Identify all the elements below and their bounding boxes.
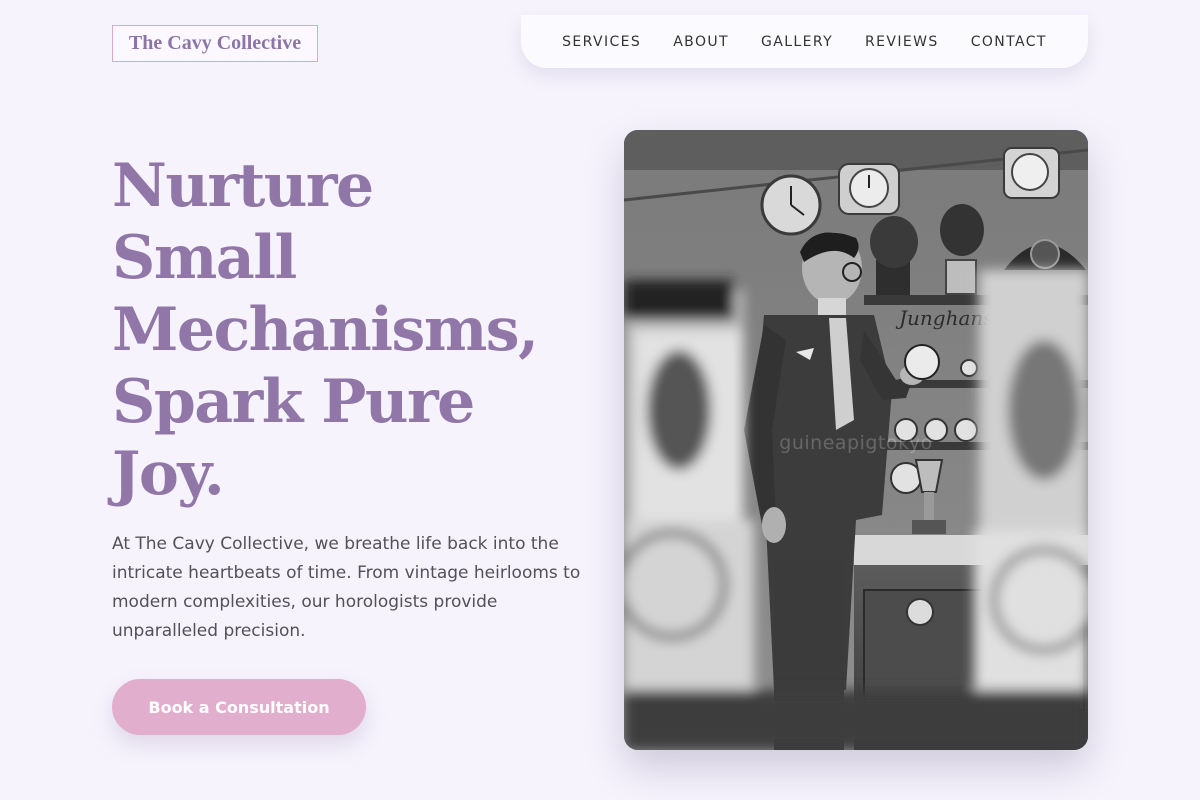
wall-clock-icon	[1003, 147, 1060, 199]
wall-clock-icon	[760, 174, 822, 236]
nav-item-gallery[interactable]: GALLERY	[745, 34, 849, 50]
book-consultation-button[interactable]: Book a Consultation	[112, 679, 366, 735]
hero-title-line: Small	[112, 223, 297, 293]
shop-sign: Junghans	[895, 306, 994, 330]
hero-description: At The Cavy Collective, we breathe life …	[112, 534, 581, 641]
hero-title: Nurture Small Mechanisms, Spark Pure Joy…	[112, 150, 592, 510]
logo-link[interactable]: The Cavy Collective	[112, 25, 318, 62]
main-nav: SERVICES ABOUT GALLERY REVIEWS CONTACT	[521, 15, 1088, 68]
hero-title-line: Joy.	[112, 439, 225, 509]
nav-item-reviews[interactable]: REVIEWS	[849, 34, 955, 50]
nav-item-services[interactable]: SERVICES	[546, 34, 657, 50]
page: The Cavy Collective SERVICES ABOUT GALLE…	[0, 0, 1200, 800]
wall-clock-icon	[838, 163, 900, 215]
hero-title-line: Nurture	[112, 151, 374, 221]
photo-watermark: guineapigtokyo	[779, 432, 933, 454]
hero-photo: Junghans guineapigtokyo	[624, 130, 1088, 750]
hero-title-line: Mechanisms,	[112, 295, 539, 365]
nav-item-about[interactable]: ABOUT	[657, 34, 745, 50]
hero-title-line: Spark Pure	[112, 367, 475, 437]
nav-item-contact[interactable]: CONTACT	[955, 34, 1063, 50]
